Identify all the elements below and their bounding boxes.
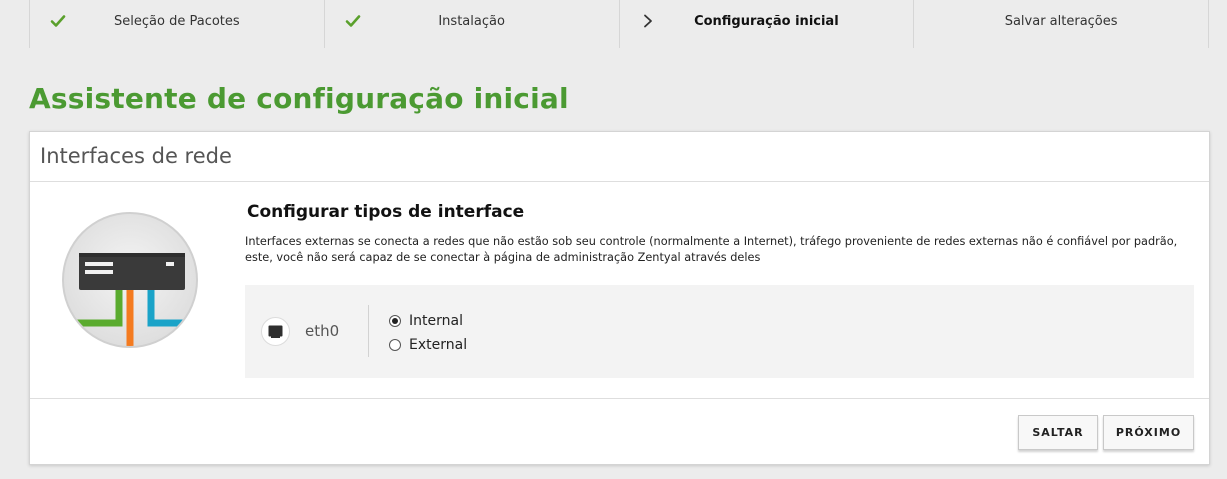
next-button[interactable]: PRÓXIMO (1103, 415, 1194, 450)
step-package-selection: Seleção de Pacotes (29, 0, 324, 48)
skip-button[interactable]: SALTAR (1018, 415, 1098, 450)
divider (368, 305, 369, 357)
radio-external[interactable]: External (389, 336, 467, 354)
step-save-changes: Salvar alterações (913, 0, 1209, 48)
step-label: Salvar alterações (1004, 14, 1118, 29)
radio-internal[interactable]: Internal (389, 312, 463, 330)
wizard-steps: Seleção de Pacotes Instalação Configuraç… (29, 0, 1209, 48)
ethernet-port-icon (261, 317, 290, 346)
card-header: Interfaces de rede (30, 132, 1209, 182)
radio-label-external: External (409, 337, 468, 353)
section-description: Interfaces externas se conecta a redes q… (245, 235, 1178, 264)
radio-button-unchecked[interactable] (389, 339, 401, 351)
step-initial-configuration: Configuração inicial (618, 0, 914, 48)
step-label: Configuração inicial (694, 14, 839, 29)
page-title: Assistente de configuração inicial (29, 82, 569, 115)
section-content: Configurar tipos de interface Interfaces… (245, 202, 1195, 266)
card-title: Interfaces de rede (40, 144, 232, 168)
radio-label-internal: Internal (409, 313, 463, 329)
interface-name: eth0 (305, 322, 340, 340)
interface-row: eth0 Internal External (245, 285, 1194, 378)
step-installation: Instalação (323, 0, 619, 48)
radio-button-checked[interactable] (389, 315, 401, 327)
step-label: Instalação (438, 14, 505, 29)
card-footer: SALTAR PRÓXIMO (30, 398, 1209, 465)
section-title: Configurar tipos de interface (247, 202, 525, 222)
network-interfaces-card: Interfaces de rede Configurar tipos de i… (29, 131, 1210, 465)
network-switch-illustration (62, 212, 198, 348)
step-label: Seleção de Pacotes (114, 14, 240, 29)
